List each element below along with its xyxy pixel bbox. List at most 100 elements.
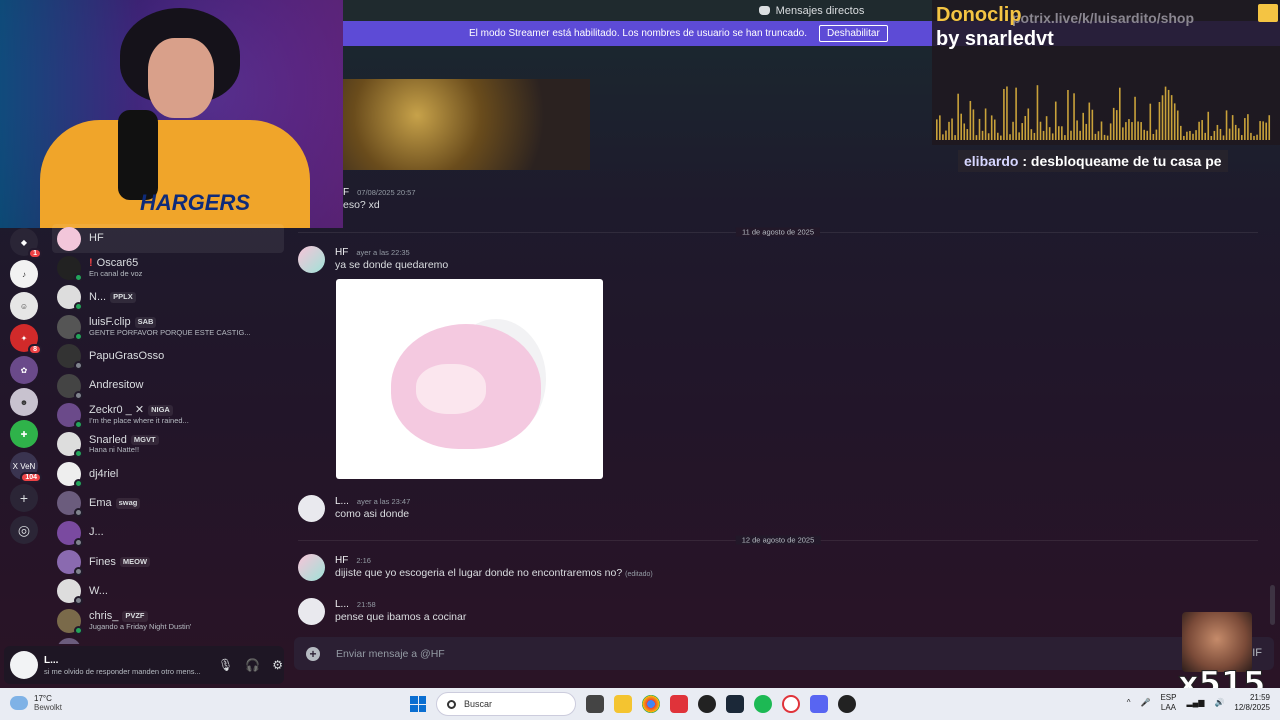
dm-avatar	[57, 432, 83, 459]
server-tag-badge: MGVT	[130, 434, 159, 446]
dm-item[interactable]: HF	[52, 224, 284, 254]
chat-scrollbar[interactable]	[1270, 585, 1275, 625]
dm-name: N...	[89, 291, 107, 304]
message-text: como asi donde	[335, 508, 410, 520]
opera-icon[interactable]	[782, 695, 800, 713]
dm-item[interactable]: Snarled MGVT Hana ni Natte!!	[52, 430, 284, 459]
clock[interactable]: 21:59 12/8/2025	[1234, 693, 1270, 712]
disable-streamer-mode-button[interactable]: Deshabilitar	[818, 25, 888, 42]
user-avatar[interactable]	[10, 651, 38, 679]
dm-item[interactable]: N... PPLX	[52, 283, 284, 312]
message-author[interactable]: F	[343, 186, 349, 199]
dm-item[interactable]: luisF.clip SAB GENTE PORFAVOR PORQUE ESTE …	[52, 312, 284, 341]
file-explorer-icon[interactable]	[614, 695, 632, 713]
dm-item[interactable]: PapuGrasOsso	[52, 342, 284, 371]
chevron-up-icon[interactable]: ^	[1127, 698, 1131, 707]
dm-name: dj4riel	[89, 467, 119, 480]
weather-widget[interactable]: 17°C Bewolkt	[10, 694, 62, 712]
dm-avatar	[57, 403, 83, 430]
dm-avatar	[57, 285, 83, 312]
microphone-icon[interactable]: 🎙	[218, 658, 233, 672]
dm-item[interactable]: Ema swag	[52, 489, 284, 518]
emote-reaction-image	[1182, 612, 1252, 672]
windows-start-icon[interactable]	[410, 696, 426, 712]
dm-name-row: J...	[89, 526, 104, 539]
message-avatar[interactable]	[298, 246, 325, 273]
discover-compass-icon[interactable]: ◎	[10, 516, 38, 544]
cat-server-icon[interactable]: ☺	[10, 292, 38, 320]
dm-item[interactable]: W...	[52, 577, 284, 606]
microphone-icon	[118, 110, 158, 200]
user-name: L...	[44, 654, 59, 666]
language-indicator[interactable]: ESP LAA	[1160, 693, 1176, 712]
presence-status-icon	[74, 449, 83, 459]
weather-condition: Bewolkt	[34, 703, 63, 713]
message-image-attachment[interactable]	[343, 79, 590, 170]
add-server-icon[interactable]: +	[10, 484, 38, 512]
folder-label: X VeN	[12, 461, 36, 471]
dm-item[interactable]: Andresitow	[52, 371, 284, 400]
steam-icon[interactable]	[726, 695, 744, 713]
spotify-icon[interactable]	[754, 695, 772, 713]
dm-name: Zeckr0 _ ✕	[89, 404, 145, 417]
message-timestamp: ayer a las 23:47	[356, 497, 411, 506]
attach-plus-icon[interactable]: +	[306, 646, 320, 661]
dm-avatar	[57, 344, 83, 371]
guitar-server-icon[interactable]: ♪	[10, 260, 38, 288]
purple-server-icon[interactable]: ✿	[10, 356, 38, 384]
anime-server-icon[interactable]: ☻	[10, 388, 38, 416]
message-author[interactable]: L...	[335, 598, 349, 611]
plush-image-attachment[interactable]	[336, 279, 603, 479]
dm-item[interactable]: chris_ PVZF Jugando a Friday Night Dustin'	[52, 606, 284, 635]
message-text: ya se donde quedaremo	[335, 259, 449, 271]
red-server-icon[interactable]: ✦ 8	[10, 324, 42, 355]
dm-name: Fines	[89, 555, 116, 568]
task-view-icon[interactable]	[586, 695, 604, 713]
dm-activity: I'm the place where it rained...	[89, 417, 189, 426]
server-badge: 104	[20, 472, 42, 483]
headphones-icon[interactable]: 🎧	[245, 658, 260, 672]
dm-name: PapuGrasOsso	[89, 349, 165, 362]
message-avatar[interactable]	[298, 554, 325, 581]
diamond-server-icon[interactable]: ◆ 1	[10, 228, 42, 259]
presence-status-icon	[74, 508, 83, 518]
obs-icon[interactable]	[698, 695, 716, 713]
dm-avatar	[57, 314, 83, 341]
chat-message: HF ayer a las 22:35 ya se donde quedaremo	[298, 246, 448, 273]
green-server-icon[interactable]: ✚	[10, 420, 38, 448]
direct-messages-icon	[758, 6, 770, 15]
taskbar-search[interactable]: Buscar	[436, 692, 576, 716]
message-author[interactable]: HF	[335, 554, 348, 567]
clock-date: 12/8/2025	[1234, 702, 1270, 712]
message-composer[interactable]: + Enviar mensaje a @HF 🎁 GIF	[294, 637, 1274, 670]
folder-server-icon[interactable]: X VeN 104	[10, 452, 42, 483]
composer-placeholder[interactable]: Enviar mensaje a @HF	[336, 648, 445, 660]
message-avatar[interactable]	[298, 495, 325, 522]
chat-message: L... ayer a las 23:47 como asi donde	[298, 495, 410, 522]
dm-item[interactable]: dj4riel	[52, 459, 284, 488]
message-author[interactable]: L...	[335, 495, 349, 508]
dm-item[interactable]: Zeckr0 _ ✕ NIGA I'm the place where it rai…	[52, 400, 284, 430]
date-divider-label: 11 de agosto de 2025	[735, 227, 821, 237]
microphone-tray-icon[interactable]: 🎤	[1140, 698, 1150, 707]
dm-name-row: HF	[89, 232, 104, 245]
server-tag-badge: swag	[115, 497, 141, 509]
app-icon[interactable]	[838, 695, 856, 713]
keyboard-layout: LAA	[1160, 702, 1176, 712]
discord-icon[interactable]	[810, 695, 828, 713]
wifi-icon[interactable]: ▂▄▆	[1186, 698, 1204, 707]
message-avatar[interactable]	[298, 598, 325, 625]
message-author[interactable]: HF	[335, 246, 348, 259]
dm-item[interactable]: J...	[52, 518, 284, 547]
dm-item[interactable]: Fines MEOW	[52, 547, 284, 576]
taskbar-search-label: Buscar	[464, 699, 493, 709]
red-app-icon[interactable]	[670, 695, 688, 713]
chrome-icon[interactable]	[642, 695, 660, 713]
volume-icon[interactable]: 🔊	[1214, 698, 1224, 707]
dm-item[interactable]: ! Oscar65 En canal de voz	[52, 253, 284, 283]
settings-gear-icon[interactable]: ⚙	[272, 658, 283, 672]
user-panel: L... si me olvido de responder manden ot…	[4, 646, 284, 684]
dm-avatar	[57, 520, 83, 547]
dm-item[interactable]: PatataFT	[52, 635, 284, 644]
dm-avatar	[57, 373, 83, 400]
